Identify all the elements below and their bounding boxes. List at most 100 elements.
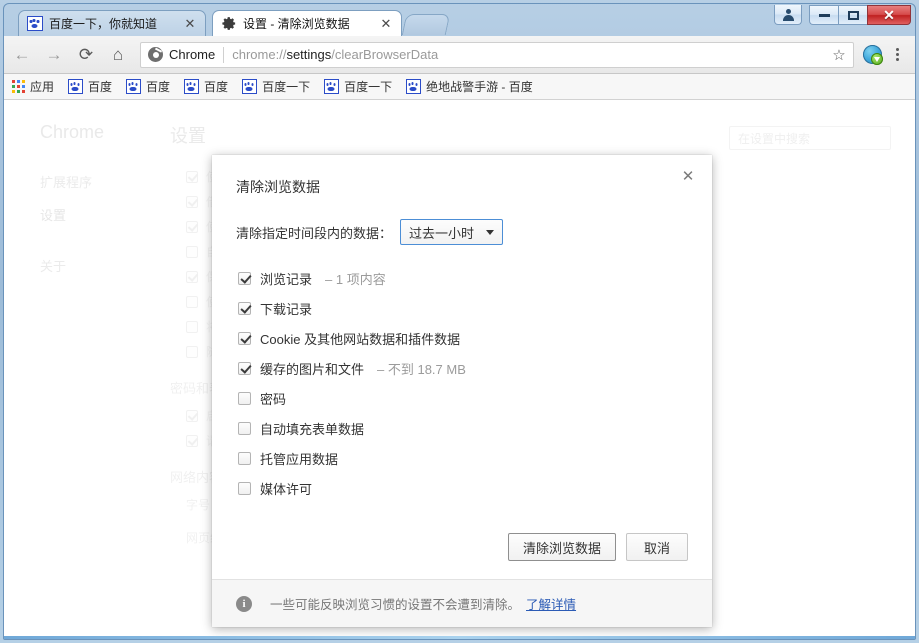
baidu-paw-icon — [27, 16, 43, 31]
download-extension-icon[interactable] — [863, 45, 883, 65]
address-bar[interactable]: Chrome chrome://settings/clearBrowserDat… — [140, 41, 854, 68]
bookmark-label: 百度一下 — [344, 80, 393, 94]
chrome-logo-icon — [148, 47, 163, 62]
data-type-row-passwords[interactable]: 密码 — [236, 383, 688, 413]
data-type-row-cached-files[interactable]: 缓存的图片和文件 – 不到 18.7 MB — [236, 353, 688, 383]
data-type-row-download-history[interactable]: 下载记录 — [236, 293, 688, 323]
bookmark-apps[interactable]: 应用 — [6, 76, 60, 97]
window-controls: ✕ — [774, 5, 911, 25]
tab-baidu[interactable]: 百度一下，你就知道 ✕ — [18, 10, 206, 36]
bookmark-item[interactable]: 绝地战警手游 - 百度 — [400, 76, 539, 97]
bookmark-star-icon[interactable]: ☆ — [825, 42, 853, 68]
home-button[interactable]: ⌂ — [104, 41, 132, 69]
checkbox-icon[interactable] — [238, 361, 251, 375]
clear-data-button[interactable]: 清除浏览数据 — [507, 533, 616, 561]
checkbox-icon[interactable] — [238, 391, 251, 405]
dialog-close-button[interactable]: ✕ — [678, 167, 698, 187]
info-icon: i — [236, 595, 252, 612]
bookmark-label: 应用 — [30, 80, 55, 94]
forward-button[interactable]: → — [40, 41, 68, 69]
data-type-detail: – 不到 18.7 MB — [377, 361, 466, 377]
data-type-row-browsing-history[interactable]: 浏览记录 – 1 项内容 — [236, 263, 688, 293]
chevron-down-icon — [486, 229, 495, 235]
bookmark-label: 百度 — [88, 80, 113, 94]
tab-close-button[interactable]: ✕ — [378, 16, 394, 32]
checkbox-icon[interactable] — [238, 481, 251, 495]
bookmarks-bar: 应用 百度 百度 百度 百度一下 百度一下 绝地战警手游 - 百度 — [4, 74, 915, 100]
bookmark-item[interactable]: 百度一下 — [236, 76, 316, 97]
avatar-icon — [782, 8, 794, 21]
baidu-paw-icon — [126, 79, 142, 94]
data-type-row-cookies[interactable]: Cookie 及其他网站数据和插件数据 — [236, 323, 688, 353]
cancel-button[interactable]: 取消 — [626, 533, 688, 561]
data-type-row-hosted-app-data[interactable]: 托管应用数据 — [236, 443, 688, 473]
data-type-label: 媒体许可 — [260, 481, 313, 497]
data-type-label: 密码 — [260, 391, 287, 407]
dialog-body: ✕ 清除浏览数据 清除指定时间段内的数据： 过去一小时 浏览记录 – 1 项内容… — [212, 155, 712, 519]
tab-settings[interactable]: 设置 - 清除浏览数据 ✕ — [212, 10, 402, 36]
baidu-paw-icon — [242, 79, 258, 94]
bookmark-item[interactable]: 百度 — [62, 76, 118, 97]
back-button[interactable]: ← — [8, 41, 36, 69]
time-range-row: 清除指定时间段内的数据： 过去一小时 — [236, 219, 688, 245]
omnibox-divider — [223, 46, 225, 63]
baidu-paw-icon — [406, 79, 422, 94]
bookmark-label: 百度 — [146, 80, 171, 94]
data-type-label: Cookie 及其他网站数据和插件数据 — [260, 331, 461, 347]
maximize-icon — [847, 10, 859, 20]
checkbox-icon[interactable] — [238, 421, 251, 435]
bookmark-item[interactable]: 百度 — [178, 76, 234, 97]
checkbox-icon[interactable] — [238, 271, 251, 285]
data-type-row-media-licenses[interactable]: 媒体许可 — [236, 473, 688, 503]
dialog-footer: i 一些可能反映浏览习惯的设置不会遭到清除。 了解详情 — [212, 579, 712, 627]
checkbox-icon[interactable] — [238, 451, 251, 465]
bookmark-label: 百度一下 — [262, 80, 311, 94]
data-type-row-autofill[interactable]: 自动填充表单数据 — [236, 413, 688, 443]
reload-button[interactable]: ⟳ — [72, 41, 100, 69]
url-path: /clearBrowserData — [331, 47, 439, 62]
new-tab-button[interactable] — [401, 14, 451, 35]
baidu-paw-icon — [324, 79, 340, 94]
close-icon: ✕ — [883, 7, 895, 23]
time-range-value: 过去一小时 — [409, 225, 475, 241]
minimize-button[interactable] — [809, 5, 838, 25]
baidu-paw-icon — [184, 79, 200, 94]
tab-close-button[interactable]: ✕ — [182, 16, 198, 32]
tab-strip: 百度一下，你就知道 ✕ 设置 - 清除浏览数据 ✕ ✕ — [4, 4, 915, 36]
clear-browsing-data-dialog: ✕ 清除浏览数据 清除指定时间段内的数据： 过去一小时 浏览记录 – 1 项内容… — [212, 155, 712, 627]
user-avatar-button[interactable] — [774, 5, 802, 25]
browser-toolbar: ← → ⟳ ⌂ Chrome chrome://settings/clearBr… — [4, 36, 915, 74]
dialog-actions: 清除浏览数据 取消 — [212, 519, 712, 579]
time-range-select[interactable]: 过去一小时 — [400, 219, 504, 245]
browser-window: 百度一下，你就知道 ✕ 设置 - 清除浏览数据 ✕ ✕ ← → ⟳ ⌂ Chro… — [0, 0, 919, 643]
chrome-chip-label: Chrome — [169, 47, 216, 62]
gear-icon — [221, 16, 237, 32]
url-text: chrome://settings/clearBrowserData — [232, 47, 438, 62]
tab-title: 百度一下，你就知道 — [49, 17, 158, 31]
data-type-label: 浏览记录 — [260, 271, 313, 287]
bookmark-item[interactable]: 百度 — [120, 76, 176, 97]
maximize-button[interactable] — [838, 5, 867, 25]
window-bottom-edge — [4, 636, 915, 639]
url-scheme: chrome:// — [232, 47, 287, 62]
dialog-title: 清除浏览数据 — [236, 179, 320, 195]
close-window-button[interactable]: ✕ — [867, 5, 911, 25]
baidu-paw-icon — [68, 79, 84, 94]
security-chip: Chrome — [148, 47, 215, 62]
data-type-label: 缓存的图片和文件 — [260, 361, 365, 377]
bookmark-label: 百度 — [204, 80, 229, 94]
data-type-label: 下载记录 — [260, 301, 313, 317]
three-dot-menu-icon[interactable] — [885, 42, 909, 68]
learn-more-link[interactable]: 了解详情 — [526, 598, 576, 612]
footer-note: 一些可能反映浏览习惯的设置不会遭到清除。 了解详情 — [270, 594, 576, 613]
footer-text: 一些可能反映浏览习惯的设置不会遭到清除。 — [270, 598, 521, 612]
checkbox-icon[interactable] — [238, 301, 251, 315]
bookmark-item[interactable]: 百度一下 — [318, 76, 398, 97]
checkbox-icon[interactable] — [238, 331, 251, 345]
data-type-label: 托管应用数据 — [260, 451, 339, 467]
minimize-icon — [818, 13, 830, 17]
data-type-label: 自动填充表单数据 — [260, 421, 365, 437]
url-host: settings — [286, 47, 332, 62]
bookmark-label: 绝地战警手游 - 百度 — [426, 80, 533, 94]
time-range-label: 清除指定时间段内的数据： — [236, 225, 393, 241]
